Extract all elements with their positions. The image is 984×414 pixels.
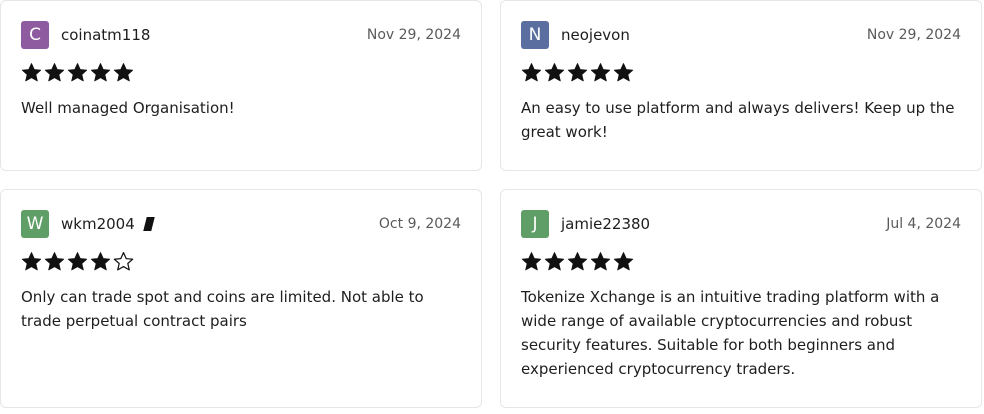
star-filled-icon [44,62,65,83]
star-filled-icon [21,62,42,83]
star-filled-icon [67,62,88,83]
review-date: Nov 29, 2024 [366,26,461,43]
star-filled-icon [544,62,565,83]
star-filled-icon [613,251,634,272]
star-rating [21,251,461,273]
star-filled-icon [567,251,588,272]
star-rating [21,62,461,84]
star-filled-icon [90,62,111,83]
star-filled-icon [90,251,111,272]
star-filled-icon [590,251,611,272]
review-header: C coinatm118 Nov 29, 2024 [21,20,461,49]
avatar[interactable]: C [21,20,49,49]
review-card: J jamie22380 Jul 4, 2024 Tokenize Xchang… [500,189,982,408]
review-text: Tokenize Xchange is an intuitive trading… [521,288,940,378]
reviews-grid: C coinatm118 Nov 29, 2024 Well managed O… [0,0,984,414]
star-filled-icon [67,251,88,272]
star-rating [521,62,961,84]
review-text: Only can trade spot and coins are limite… [21,288,424,330]
avatar[interactable]: W [21,209,49,238]
review-card: C coinatm118 Nov 29, 2024 Well managed O… [0,0,482,171]
review-date: Oct 9, 2024 [378,215,461,232]
star-filled-icon [521,62,542,83]
star-filled-icon [521,251,542,272]
review-header: N neojevon Nov 29, 2024 [521,20,961,49]
star-filled-icon [113,62,134,83]
star-filled-icon [613,62,634,83]
username[interactable]: jamie22380 [561,215,650,233]
verified-badge-icon [143,216,155,231]
review-text: Well managed Organisation! [21,99,235,117]
review-card: N neojevon Nov 29, 2024 An easy to use p… [500,0,982,171]
review-date: Jul 4, 2024 [886,215,961,232]
review-header: W wkm2004 Oct 9, 2024 [21,209,461,238]
username[interactable]: coinatm118 [61,26,150,44]
review-header: J jamie22380 Jul 4, 2024 [521,209,961,238]
username[interactable]: wkm2004 [61,215,135,233]
star-filled-icon [544,251,565,272]
star-filled-icon [44,251,65,272]
star-rating [521,251,961,273]
review-date: Nov 29, 2024 [866,26,961,43]
avatar[interactable]: N [521,20,549,49]
avatar[interactable]: J [521,209,549,238]
username[interactable]: neojevon [561,26,630,44]
star-empty-icon [113,251,134,272]
review-text: An easy to use platform and always deliv… [521,99,955,141]
review-card: W wkm2004 Oct 9, 2024 Only can trade spo… [0,189,482,408]
star-filled-icon [590,62,611,83]
star-filled-icon [21,251,42,272]
star-filled-icon [567,62,588,83]
